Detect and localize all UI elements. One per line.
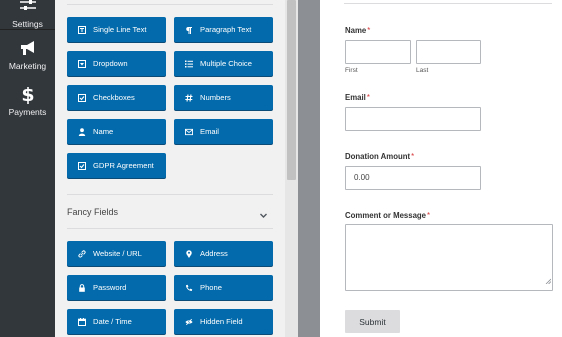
sidebar-item-payments[interactable]: $ Payments [0, 84, 55, 117]
field-button-hidden-field[interactable]: Hidden Field [174, 309, 273, 334]
builder-sidebar: Settings Marketing $ Payments [0, 0, 55, 337]
field-button-name[interactable]: Name [67, 119, 166, 144]
checkbox-icon [78, 93, 86, 102]
dollar-icon: $ [22, 84, 34, 104]
svg-text:$: $ [22, 84, 34, 104]
comment-field-label: Comment or Message* [345, 211, 431, 220]
megaphone-icon [19, 38, 37, 58]
sidebar-item-marketing[interactable]: Marketing [0, 38, 55, 71]
last-name-sublabel: Last [416, 67, 429, 74]
field-button-phone[interactable]: Phone [174, 275, 273, 300]
field-button-email[interactable]: Email [174, 119, 273, 144]
required-mark: * [366, 93, 370, 102]
field-button-address[interactable]: Address [174, 241, 273, 266]
dropdown-icon [78, 59, 86, 68]
field-button-label: Website / URL [93, 249, 142, 258]
field-button-label: Password [93, 283, 127, 292]
field-button-single-line-text[interactable]: Single Line Text [67, 17, 166, 42]
email-input[interactable] [345, 107, 481, 131]
required-mark: * [367, 26, 371, 35]
submit-button[interactable]: Submit [345, 310, 400, 333]
link-icon [78, 249, 86, 258]
field-button-dropdown[interactable]: Dropdown [67, 51, 166, 76]
field-button-label: Name [93, 127, 114, 136]
preview-gutter [298, 0, 320, 337]
field-button-numbers[interactable]: Numbers [174, 85, 273, 110]
sidebar-item-label: Marketing [8, 61, 47, 71]
list-icon [185, 60, 193, 68]
field-button-label: Multiple Choice [200, 59, 252, 68]
field-button-label: Paragraph Text [200, 25, 252, 34]
field-button-paragraph-text[interactable]: Paragraph Text [174, 17, 273, 42]
field-palette: Single Line Text Paragraph Text Dropdown… [55, 0, 285, 337]
checkbox-icon [78, 161, 86, 170]
field-button-checkboxes[interactable]: Checkboxes [67, 85, 166, 110]
chevron-down-icon[interactable] [259, 207, 268, 225]
field-button-gdpr-agreement[interactable]: GDPR Agreement [67, 153, 166, 178]
lock-icon [78, 283, 86, 292]
divider [67, 228, 273, 229]
phone-icon [185, 284, 193, 292]
email-field-label: Email* [345, 93, 370, 102]
field-button-website-url[interactable]: Website / URL [67, 241, 166, 266]
sidebar-item-label: Settings [12, 19, 43, 29]
name-field-label: Name* [345, 26, 371, 35]
paragraph-icon [185, 26, 193, 34]
calendar-icon [78, 317, 86, 326]
user-icon [78, 127, 86, 136]
field-button-label: Single Line Text [93, 25, 147, 34]
divider [344, 3, 552, 4]
field-button-label: Numbers [200, 93, 231, 102]
donation-amount-value: 0.00 [354, 173, 370, 182]
text-icon [78, 25, 86, 34]
envelope-icon [185, 128, 193, 136]
first-name-input[interactable] [345, 40, 411, 64]
sidebar-item-label: Payments [8, 107, 47, 117]
field-button-label: Hidden Field [200, 317, 243, 326]
field-button-label: GDPR Agreement [93, 161, 154, 170]
field-button-label: Email [200, 127, 219, 136]
field-button-label: Dropdown [93, 59, 128, 68]
field-button-password[interactable]: Password [67, 275, 166, 300]
eye-slash-icon [185, 318, 193, 326]
field-button-label: Address [200, 249, 228, 258]
hash-icon [185, 93, 193, 102]
required-mark: * [411, 152, 415, 161]
last-name-input[interactable] [416, 40, 481, 64]
fancy-fields-title[interactable]: Fancy Fields [67, 207, 118, 217]
divider [67, 4, 273, 5]
donation-amount-label: Donation Amount* [345, 152, 415, 161]
donation-amount-input[interactable]: 0.00 [345, 166, 481, 190]
palette-scrollbar-thumb[interactable] [287, 0, 296, 180]
required-mark: * [427, 211, 431, 220]
field-button-label: Date / Time [93, 317, 132, 326]
field-button-multiple-choice[interactable]: Multiple Choice [174, 51, 273, 76]
field-button-label: Checkboxes [93, 93, 135, 102]
divider [67, 194, 273, 195]
resize-handle-icon[interactable] [545, 271, 552, 289]
sidebar-item-settings[interactable]: Settings [0, 0, 55, 30]
map-pin-icon [185, 249, 193, 258]
comment-textarea[interactable] [345, 224, 553, 291]
field-button-label: Phone [200, 283, 222, 292]
first-name-sublabel: First [345, 67, 358, 74]
sliders-icon [19, 0, 36, 16]
field-button-date-time[interactable]: Date / Time [67, 309, 166, 334]
